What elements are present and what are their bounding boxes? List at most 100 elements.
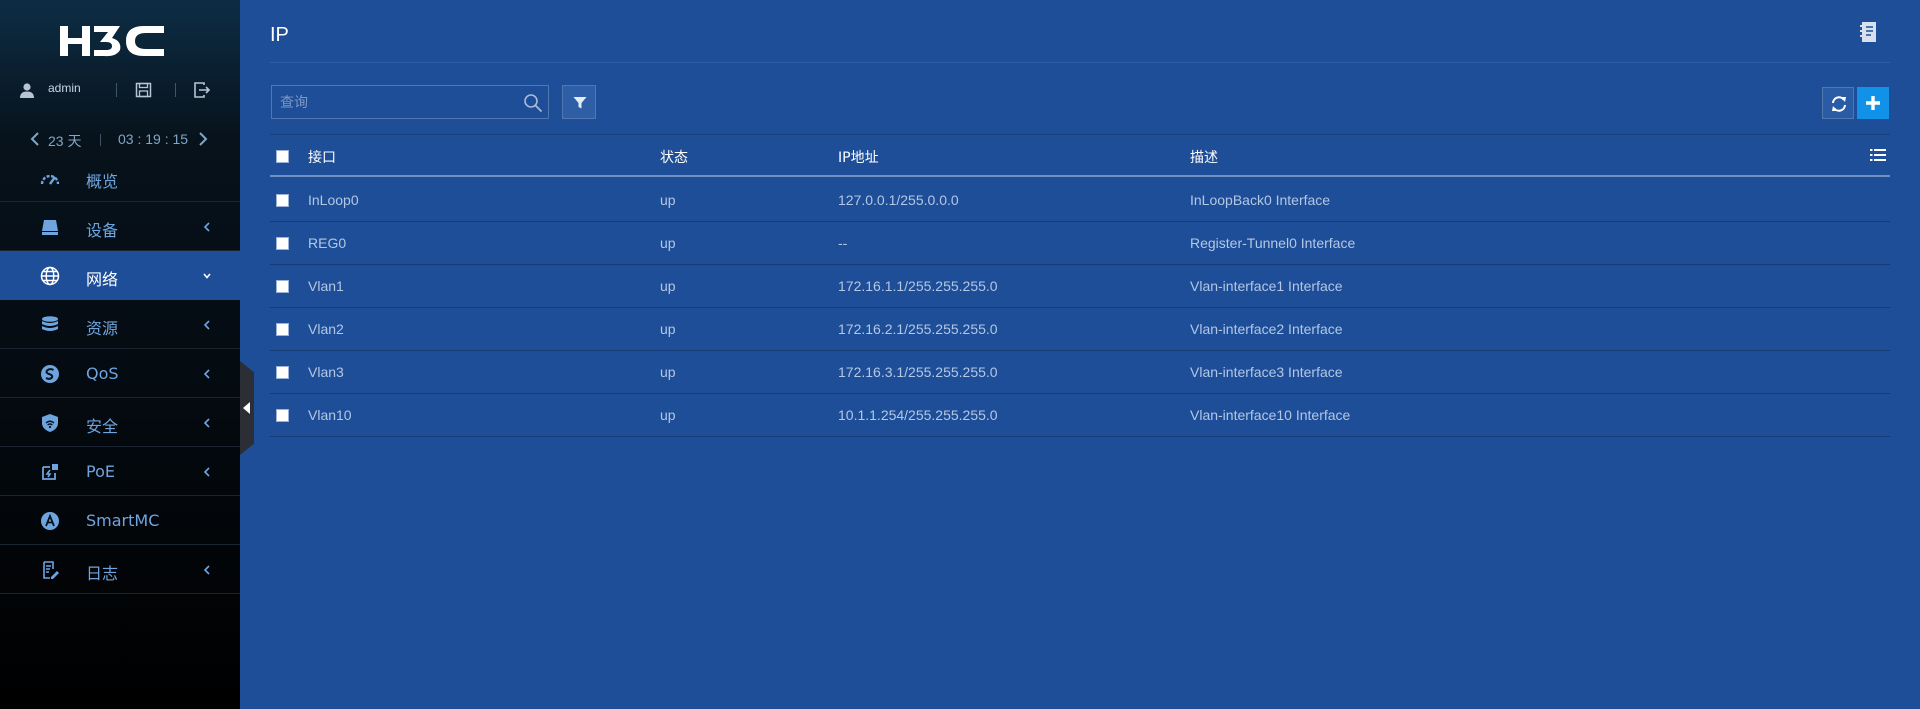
sidebar-item-label: 设备 <box>86 221 119 240</box>
chevron-left-icon <box>203 565 210 575</box>
column-header-ip[interactable]: IP地址 <box>838 147 879 167</box>
cell-interface: Vlan1 <box>308 278 344 294</box>
sidebar-item-label: PoE <box>86 462 115 481</box>
divider <box>270 62 1890 63</box>
row-checkbox[interactable] <box>276 409 289 422</box>
cell-description: Vlan-interface1 Interface <box>1190 278 1343 294</box>
notebook-help-icon[interactable] <box>1858 21 1878 43</box>
sidebar-item-label: 资源 <box>86 319 119 338</box>
cell-description: InLoopBack0 Interface <box>1190 192 1331 208</box>
row-checkbox[interactable] <box>276 323 289 336</box>
select-all-checkbox[interactable] <box>276 150 289 163</box>
device-icon <box>42 220 58 235</box>
dashboard-gauge-icon <box>40 174 60 185</box>
search-icon[interactable] <box>523 93 543 113</box>
cell-status: up <box>660 321 676 337</box>
uptime-clock: 03 : 19 : 15 <box>118 131 189 147</box>
logout-icon[interactable] <box>193 82 211 98</box>
cell-status: up <box>660 364 676 380</box>
table-row[interactable]: InLoop0 up 127.0.0.1/255.0.0.0 InLoopBac… <box>270 179 1890 222</box>
cell-interface: REG0 <box>308 235 347 251</box>
table-row[interactable]: Vlan2 up 172.16.2.1/255.255.255.0 Vlan-i… <box>270 308 1890 351</box>
caret-left-icon <box>243 402 250 414</box>
column-settings-icon[interactable] <box>1870 147 1886 163</box>
chevron-left-icon <box>203 467 210 477</box>
h3c-logo <box>60 26 164 57</box>
sidebar-item-device[interactable]: 设备 <box>0 202 240 251</box>
divider <box>175 83 176 97</box>
smartmc-icon <box>41 512 59 530</box>
refresh-icon <box>1832 96 1846 112</box>
cell-description: Vlan-interface2 Interface <box>1190 321 1343 337</box>
sidebar-item-resources[interactable]: 资源 <box>0 300 240 349</box>
log-document-icon <box>43 561 59 579</box>
sidebar-item-label: 网络 <box>86 270 119 289</box>
refresh-button[interactable] <box>1822 87 1854 119</box>
cell-ip: 10.1.1.254/255.255.255.0 <box>838 407 998 423</box>
search-box <box>271 85 549 119</box>
plus-icon <box>1866 96 1880 110</box>
sidebar-collapse-toggle[interactable] <box>240 361 254 455</box>
filter-funnel-icon <box>573 97 587 109</box>
sidebar-item-log[interactable]: 日志 <box>0 545 240 594</box>
qos-icon <box>41 365 59 383</box>
user-bar: admin <box>0 78 240 102</box>
sidebar-item-label: SmartMC <box>86 511 160 530</box>
divider <box>100 134 101 146</box>
chevron-right-icon[interactable] <box>197 131 209 147</box>
row-checkbox[interactable] <box>276 280 289 293</box>
column-header-interface[interactable]: 接口 <box>308 147 336 167</box>
sidebar-item-qos[interactable]: QoS <box>0 349 240 398</box>
cell-description: Register-Tunnel0 Interface <box>1190 235 1356 251</box>
table-row[interactable]: Vlan3 up 172.16.3.1/255.255.255.0 Vlan-i… <box>270 351 1890 394</box>
sidebar: admin 23 天 03 : 19 : 15 概览 设备 网络 资源 QoS … <box>0 0 240 709</box>
sidebar-item-smartmc[interactable]: SmartMC <box>0 496 240 545</box>
sidebar-item-label: 概览 <box>86 172 119 191</box>
search-input[interactable] <box>280 93 510 113</box>
chevron-left-icon <box>203 222 210 232</box>
cell-ip: 172.16.1.1/255.255.255.0 <box>838 278 998 294</box>
cell-status: up <box>660 192 676 208</box>
poe-plug-icon <box>42 464 58 480</box>
table-header: 接口 状态 IP地址 描述 <box>270 135 1890 177</box>
row-checkbox[interactable] <box>276 366 289 379</box>
cell-ip: 172.16.3.1/255.255.255.0 <box>838 364 998 380</box>
cell-status: up <box>660 407 676 423</box>
uptime-days: 23 天 <box>48 133 82 149</box>
cell-ip: 172.16.2.1/255.255.255.0 <box>838 321 998 337</box>
sidebar-item-network[interactable]: 网络 <box>0 251 240 300</box>
column-header-description[interactable]: 描述 <box>1190 147 1218 167</box>
chevron-left-icon <box>203 369 210 379</box>
shield-icon <box>42 414 58 432</box>
chevron-left-icon <box>203 320 210 330</box>
chevron-left-icon[interactable] <box>29 131 41 147</box>
table-row[interactable]: REG0 up -- Register-Tunnel0 Interface <box>270 222 1890 265</box>
page-title: IP <box>270 24 289 46</box>
sidebar-item-label: 安全 <box>86 417 119 436</box>
sidebar-item-label: QoS <box>86 364 119 383</box>
sidebar-item-overview[interactable]: 概览 <box>0 153 240 202</box>
cell-description: Vlan-interface3 Interface <box>1190 364 1343 380</box>
sidebar-item-label: 日志 <box>86 564 119 583</box>
table-row[interactable]: Vlan10 up 10.1.1.254/255.255.255.0 Vlan-… <box>270 394 1890 437</box>
row-checkbox[interactable] <box>276 237 289 250</box>
cell-interface: Vlan3 <box>308 364 344 380</box>
divider <box>116 83 117 97</box>
sidebar-item-security[interactable]: 安全 <box>0 398 240 447</box>
table-row[interactable]: Vlan1 up 172.16.1.1/255.255.255.0 Vlan-i… <box>270 265 1890 308</box>
save-config-icon[interactable] <box>135 82 153 98</box>
cell-ip: -- <box>838 235 848 251</box>
database-icon <box>42 316 58 331</box>
column-header-status[interactable]: 状态 <box>660 147 688 167</box>
cell-status: up <box>660 235 676 251</box>
sidebar-nav: 概览 设备 网络 资源 QoS 安全 PoE SmartMC 日志 <box>0 153 240 594</box>
username: admin <box>48 81 81 95</box>
table-body: InLoop0 up 127.0.0.1/255.0.0.0 InLoopBac… <box>270 179 1890 437</box>
uptime-bar: 23 天 03 : 19 : 15 <box>0 129 240 149</box>
globe-icon <box>40 266 60 286</box>
sidebar-item-poe[interactable]: PoE <box>0 447 240 496</box>
cell-status: up <box>660 278 676 294</box>
row-checkbox[interactable] <box>276 194 289 207</box>
add-button[interactable] <box>1857 87 1889 119</box>
filter-button[interactable] <box>562 85 596 119</box>
